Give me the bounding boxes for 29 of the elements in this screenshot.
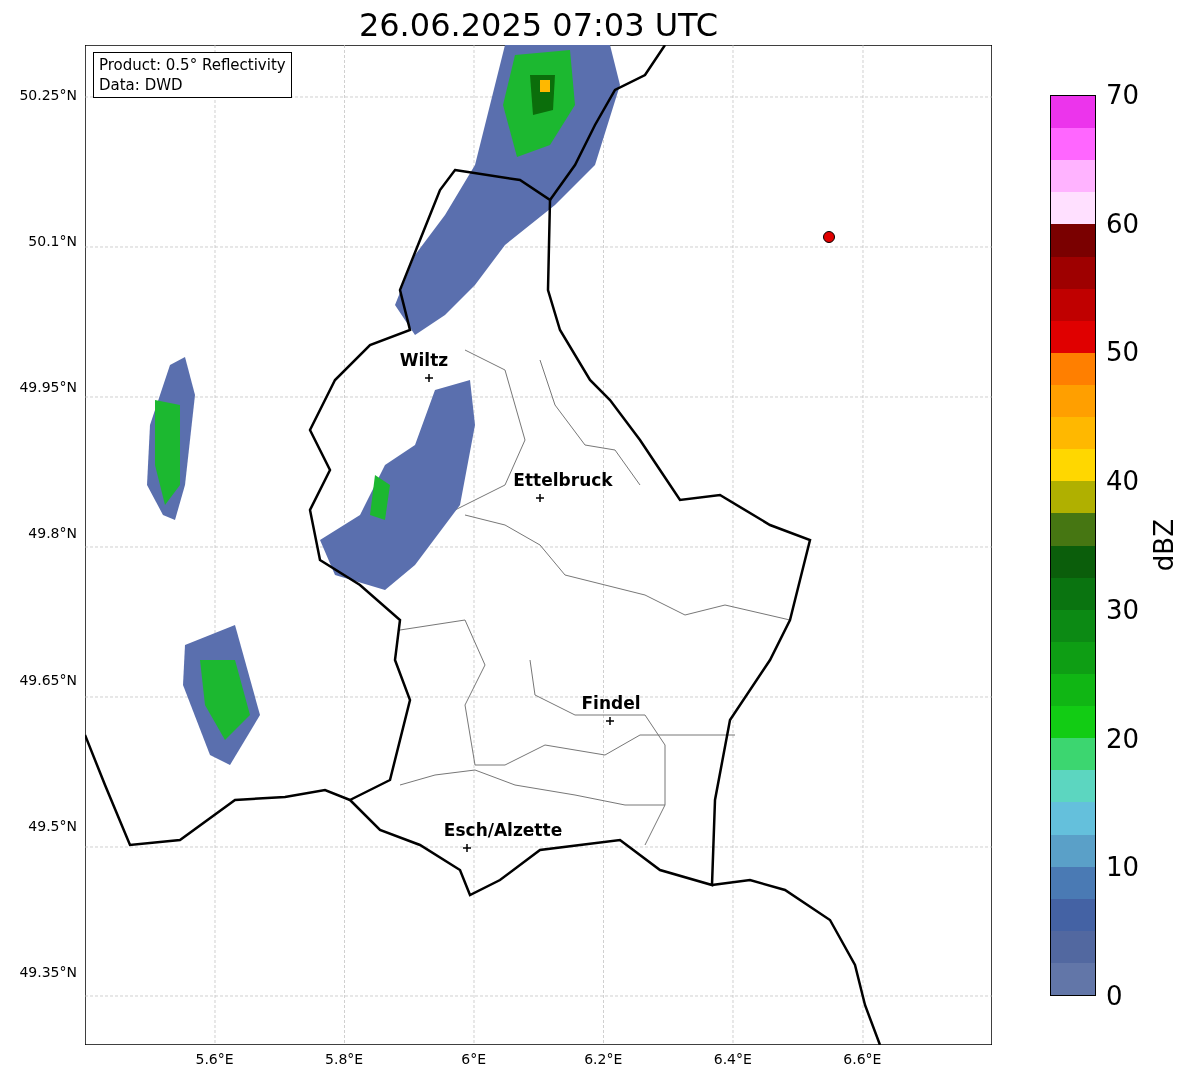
info-text: Product: 0.5° Reflectivity (99, 55, 286, 75)
latitude-label: 49.65°N (19, 671, 77, 688)
longitude-label: 6.4°E (713, 1051, 752, 1067)
latitude-label: 49.95°N (19, 379, 77, 396)
info-text: Data: DWD (99, 75, 184, 95)
scale-value: 0 (1106, 981, 1124, 1010)
place-label: Wiltz (399, 350, 449, 370)
latitude-label: 49.5°N (28, 817, 77, 834)
longitude-label: 6°E (461, 1051, 487, 1067)
scale-unit-label: dBZ (1149, 519, 1180, 572)
longitude-label: 6.6°E (843, 1051, 882, 1067)
longitude-label: 6.2°E (584, 1051, 623, 1067)
longitude-label: 5.6°E (195, 1051, 234, 1067)
latitude-label: 49.8°N (28, 525, 77, 542)
scale-value: 70 (1106, 81, 1140, 109)
latitude-label: 50.25°N (19, 87, 77, 104)
scale-value: 20 (1106, 724, 1140, 753)
longitude-label: 5.8°E (325, 1051, 364, 1067)
scale-value: 50 (1106, 338, 1140, 367)
scale-value: 60 (1106, 209, 1140, 238)
place-label: Esch/Alzette (443, 820, 563, 840)
scale-value: 10 (1106, 853, 1140, 882)
latitude-label: 49.35°N (19, 963, 77, 980)
place-label: Ettelbruck (513, 470, 613, 490)
scale-value: 30 (1106, 595, 1140, 624)
chart-title: 26.06.2025 07:03 UTC (357, 5, 720, 45)
place-label: Findel (581, 693, 641, 713)
latitude-label: 50.1°N (28, 233, 77, 250)
scale-value: 40 (1106, 467, 1140, 496)
